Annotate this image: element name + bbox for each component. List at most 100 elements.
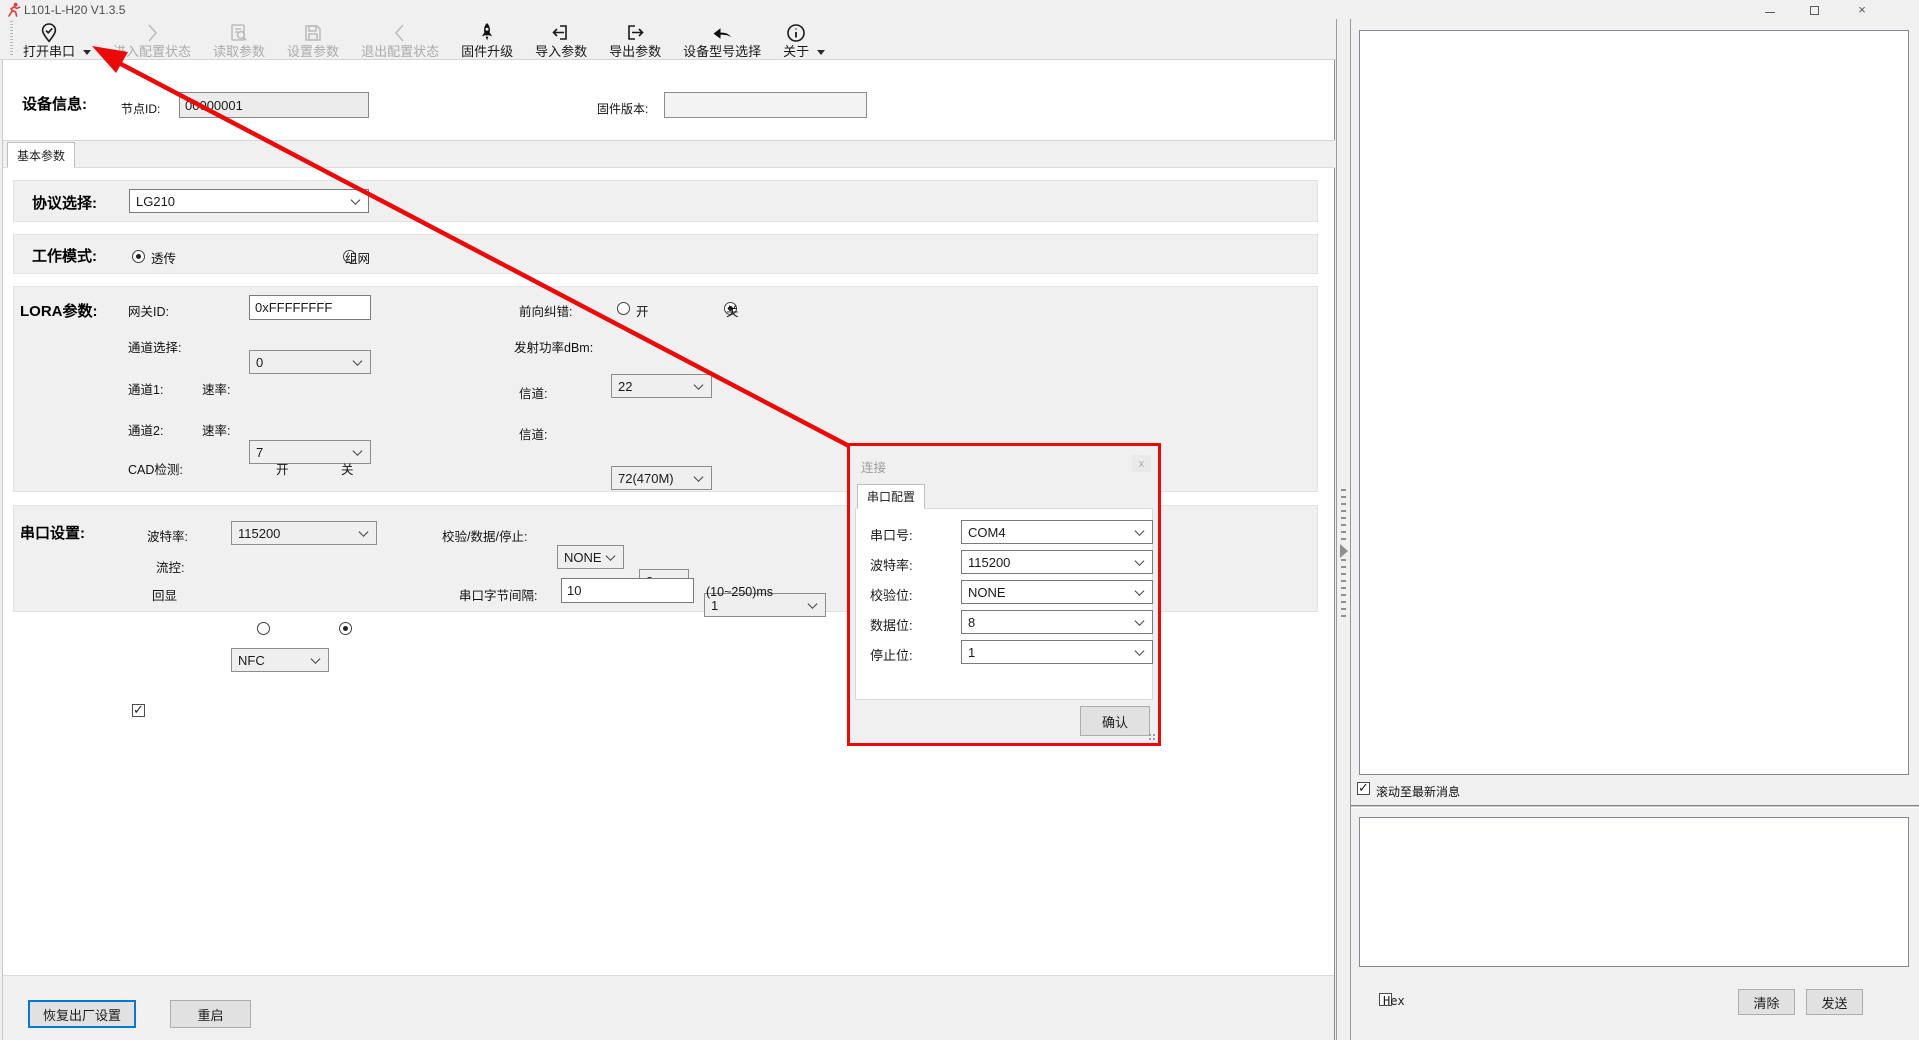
toolbar-grip[interactable] <box>10 21 13 55</box>
byte-interval-label: 串口字节间隔: <box>459 585 537 604</box>
factory-reset-button[interactable]: 恢复出厂设置 <box>28 1000 136 1028</box>
factory-reset-label: 恢复出厂设置 <box>43 1005 121 1024</box>
toolbar-item-label: 设置参数 <box>287 44 339 59</box>
toolbar-item-label: 退出配置状态 <box>361 44 439 59</box>
toolbar-item-label: 读取参数 <box>213 44 265 59</box>
protocol-select[interactable]: LG210 <box>129 189 369 213</box>
dialog-databits-select[interactable]: 8 <box>961 610 1153 634</box>
scroll-latest-checkbox[interactable] <box>1357 782 1370 795</box>
node-id-value: 00000001 <box>185 98 243 113</box>
transparent-mode-label: 透传 <box>151 248 176 267</box>
dialog-stopbits-select[interactable]: 1 <box>961 640 1153 664</box>
chevron-right-icon <box>141 22 163 44</box>
baud-rate-value: 115200 <box>238 526 280 541</box>
flow-control-value: NFC <box>238 653 265 668</box>
echo-checkbox[interactable] <box>132 704 145 717</box>
clear-button[interactable]: 清除 <box>1738 989 1795 1015</box>
gateway-id-label: 网关ID: <box>128 301 169 320</box>
fec-label: 前向纠错: <box>519 301 572 320</box>
exit-config-state-button[interactable]: 退出配置状态 <box>361 21 439 59</box>
fec-off-label: 关 <box>726 301 739 320</box>
firmware-upgrade-button[interactable]: 固件升级 <box>461 21 513 59</box>
dialog-baud-select[interactable]: 115200 <box>961 550 1153 574</box>
toolbar-item-label: 导出参数 <box>609 44 661 59</box>
device-model-select-button[interactable]: 设备型号选择 <box>683 21 761 59</box>
channel-select[interactable]: 0 <box>249 350 371 374</box>
scroll-latest-label: 滚动至最新消息 <box>1376 783 1460 800</box>
doc-search-icon <box>228 22 250 44</box>
parity-data-stop-label: 校验/数据/停止: <box>442 526 527 545</box>
save-icon <box>302 22 324 44</box>
radio-fec-on[interactable] <box>617 302 630 315</box>
enter-config-state-button[interactable]: 进入配置状态 <box>113 21 191 59</box>
dialog-parity-select[interactable]: NONE <box>961 580 1153 604</box>
set-params-button[interactable]: 设置参数 <box>287 21 339 59</box>
title-bar: L101-L-H20 V1.3.5 × <box>0 0 1919 19</box>
tab-serial-config[interactable]: 串口配置 <box>857 484 925 509</box>
import-params-button[interactable]: 导入参数 <box>535 21 587 59</box>
tx-power-label: 发射功率dBm: <box>514 337 593 356</box>
parity-value: NONE <box>564 550 602 565</box>
dialog-baud-value: 115200 <box>968 555 1010 570</box>
dialog-resize-grip[interactable] <box>1148 733 1156 741</box>
dropdown-caret-icon[interactable] <box>83 50 91 55</box>
export-params-button[interactable]: 导出参数 <box>609 21 661 59</box>
device-info-title: 设备信息: <box>22 93 87 114</box>
toolbar-item-label: 固件升级 <box>461 44 513 59</box>
firmware-version-field[interactable] <box>664 92 867 118</box>
read-params-button[interactable]: 读取参数 <box>213 21 265 59</box>
work-mode-label: 工作模式: <box>32 245 97 266</box>
panel-divider[interactable] <box>1351 805 1919 808</box>
restart-button[interactable]: 重启 <box>170 1000 251 1028</box>
pin-check-icon <box>38 22 60 44</box>
confirm-button[interactable]: 确认 <box>1080 706 1150 736</box>
dialog-close-button[interactable]: x <box>1132 455 1151 472</box>
message-log-area[interactable] <box>1359 30 1909 775</box>
channel1-freq-select[interactable]: 72(470M) <box>611 466 712 490</box>
minimize-button[interactable] <box>1759 1 1781 17</box>
message-panel: 滚动至最新消息 Hex 清除 发送 <box>1351 19 1919 1040</box>
network-mode-label: 组网 <box>345 248 370 267</box>
toolbar-item-label: 进入配置状态 <box>113 44 191 59</box>
tab-strip: 基本参数 <box>3 141 1335 168</box>
baud-rate-select[interactable]: 115200 <box>231 521 377 545</box>
window-title: L101-L-H20 V1.3.5 <box>24 3 125 17</box>
protocol-label: 协议选择: <box>32 192 97 213</box>
flow-control-select[interactable]: NFC <box>231 648 329 672</box>
send-input-area[interactable] <box>1359 817 1909 967</box>
dialog-stopbits-label: 停止位: <box>870 645 913 664</box>
dialog-parity-label: 校验位: <box>870 585 913 604</box>
tx-power-select[interactable]: 22 <box>611 374 712 398</box>
byte-interval-field[interactable]: 10 <box>561 578 694 603</box>
node-id-field[interactable]: 00000001 <box>179 92 369 118</box>
protocol-group: 协议选择: LG210 <box>13 180 1318 222</box>
open-serial-port-button[interactable]: 打开串口 <box>23 21 75 59</box>
import-icon <box>550 22 572 44</box>
toolbar: 打开串口 进入配置状态 读取参数 设置参数 <box>0 19 1336 60</box>
protocol-value: LG210 <box>136 194 175 209</box>
lora-title: LORA参数: <box>20 300 98 321</box>
byte-interval-value: 10 <box>567 583 581 598</box>
restore-button[interactable] <box>1805 1 1827 17</box>
export-icon <box>624 22 646 44</box>
channel2-freq-label: 信道: <box>519 424 547 443</box>
work-mode-group: 工作模式: 透传 组网 <box>13 234 1318 274</box>
back-arrow-icon <box>711 22 733 44</box>
splitter-collapse-icon[interactable] <box>1340 544 1348 558</box>
panel-splitter[interactable] <box>1336 19 1351 1040</box>
about-button[interactable]: 关于 <box>783 21 809 59</box>
toolbar-item-label: 设备型号选择 <box>683 44 761 59</box>
dialog-tab-label: 串口配置 <box>867 488 915 505</box>
baud-rate-label: 波特率: <box>147 526 188 545</box>
hex-label: Hex <box>1383 994 1405 1008</box>
parity-select[interactable]: NONE <box>557 545 624 569</box>
close-button[interactable]: × <box>1851 1 1873 17</box>
port-select[interactable]: COM4 <box>961 520 1153 544</box>
gateway-id-field[interactable]: 0xFFFFFFFF <box>249 295 371 320</box>
dialog-parity-value: NONE <box>968 585 1006 600</box>
tab-basic-params[interactable]: 基本参数 <box>7 142 75 168</box>
dropdown-caret-icon[interactable] <box>817 50 825 55</box>
send-button[interactable]: 发送 <box>1806 989 1863 1015</box>
channel2-rate-label: 速率: <box>202 420 230 439</box>
radio-transparent-mode[interactable] <box>132 250 145 263</box>
